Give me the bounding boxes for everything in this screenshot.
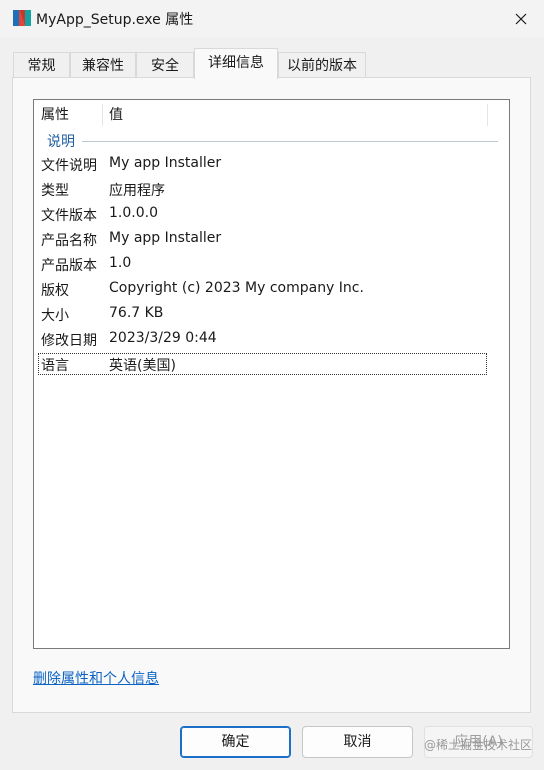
property-value: 1.0 [109, 255, 132, 271]
group-divider [82, 141, 498, 142]
list-item[interactable]: 版权 Copyright (c) 2023 My company Inc. [34, 278, 509, 302]
column-value[interactable]: 值 [109, 100, 123, 130]
property-value: 1.0.0.0 [109, 205, 158, 221]
property-value: 英语(美国) [109, 358, 176, 374]
property-value: Copyright (c) 2023 My company Inc. [109, 280, 364, 296]
property-name: 类型 [41, 183, 69, 199]
list-item[interactable]: 文件版本 1.0.0.0 [34, 203, 509, 227]
property-name: 版权 [41, 283, 69, 299]
property-value: 76.7 KB [109, 305, 164, 321]
list-header: 属性 值 [34, 100, 509, 130]
list-item[interactable]: 大小 76.7 KB [34, 303, 509, 327]
tab-compatibility[interactable]: 兼容性 [70, 52, 136, 77]
property-list[interactable]: 属性 值 说明 文件说明 My app Installer 类型 应用程序 文件… [33, 99, 510, 649]
column-divider[interactable] [487, 104, 488, 126]
list-item[interactable]: 类型 应用程序 [34, 178, 509, 202]
property-name: 产品名称 [41, 233, 97, 249]
tab-details[interactable]: 详细信息 [194, 48, 278, 79]
watermark: @稀土掘金技术社区 [424, 738, 533, 752]
app-icon [13, 10, 31, 26]
list-item[interactable]: 修改日期 2023/3/29 0:44 [34, 328, 509, 352]
close-button[interactable] [498, 0, 544, 38]
tab-previous-versions[interactable]: 以前的版本 [278, 52, 366, 77]
list-item-focused[interactable]: 语言 英语(美国) [34, 353, 509, 377]
property-value: 2023/3/29 0:44 [109, 330, 217, 346]
property-name: 文件版本 [41, 208, 97, 224]
property-name: 语言 [41, 358, 69, 374]
property-name: 产品版本 [41, 258, 97, 274]
property-name: 修改日期 [41, 333, 97, 349]
close-icon [515, 13, 527, 25]
window-title: MyApp_Setup.exe 属性 [36, 12, 194, 28]
group-header[interactable]: 说明 [47, 131, 75, 151]
column-divider[interactable] [102, 104, 103, 126]
cancel-button[interactable]: 取消 [302, 726, 413, 758]
title-bar: MyApp_Setup.exe 属性 [0, 0, 544, 38]
property-value: My app Installer [109, 155, 222, 171]
list-item[interactable]: 文件说明 My app Installer [34, 153, 509, 177]
property-name: 大小 [41, 308, 69, 324]
column-property[interactable]: 属性 [41, 100, 69, 130]
remove-properties-link[interactable]: 删除属性和个人信息 [33, 668, 159, 688]
property-value: My app Installer [109, 230, 222, 246]
tab-general[interactable]: 常规 [13, 52, 70, 77]
list-item[interactable]: 产品名称 My app Installer [34, 228, 509, 252]
list-item[interactable]: 产品版本 1.0 [34, 253, 509, 277]
property-value: 应用程序 [109, 183, 165, 199]
tab-security[interactable]: 安全 [136, 52, 194, 77]
focus-rectangle [38, 353, 487, 375]
property-name: 文件说明 [41, 158, 97, 174]
ok-button[interactable]: 确定 [180, 726, 291, 758]
